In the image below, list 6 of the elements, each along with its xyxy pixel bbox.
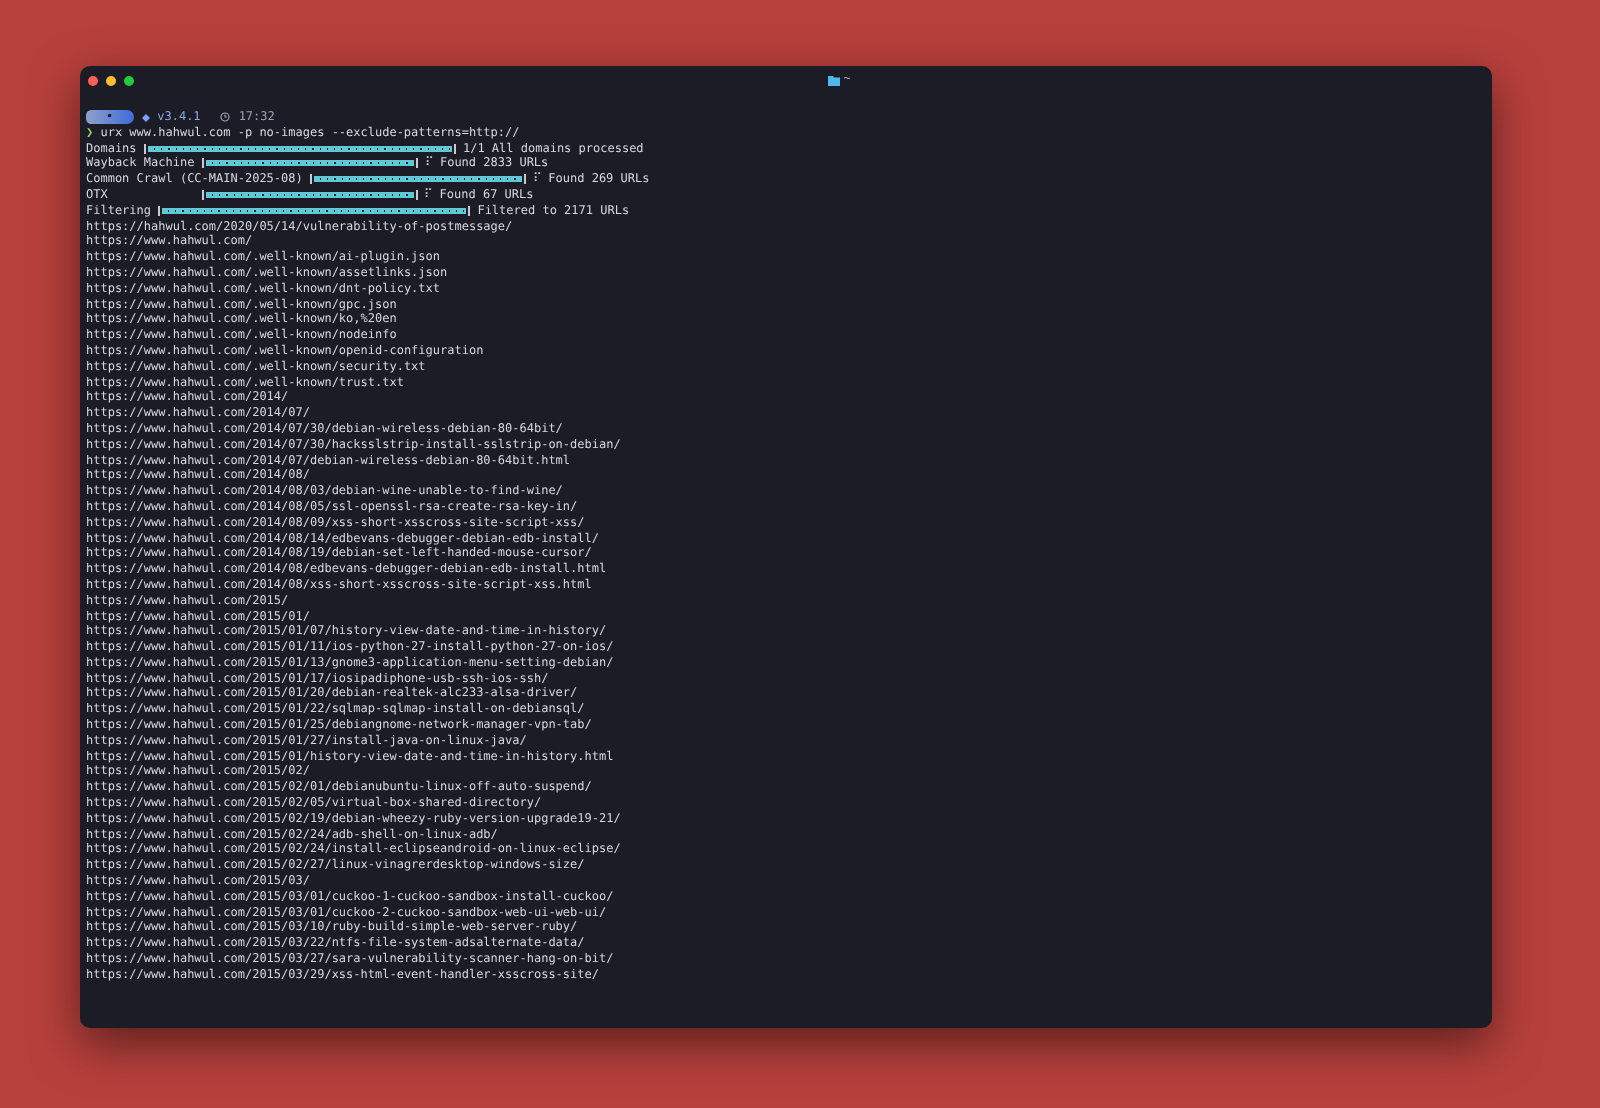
folder-icon bbox=[827, 75, 840, 85]
maximize-button[interactable] bbox=[124, 75, 134, 85]
close-button[interactable] bbox=[88, 75, 98, 85]
diamond-icon bbox=[141, 113, 150, 122]
minimize-button[interactable] bbox=[106, 75, 116, 85]
clock-icon bbox=[220, 112, 231, 123]
